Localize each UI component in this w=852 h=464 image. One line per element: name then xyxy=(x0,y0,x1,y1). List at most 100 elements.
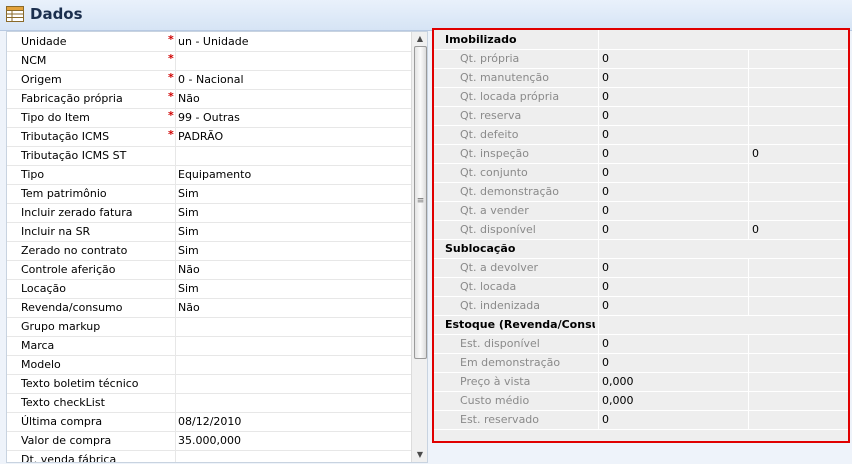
property-value: 0 - Nacional xyxy=(178,73,244,86)
property-value-cell[interactable]: Sim xyxy=(175,184,412,203)
property-row: Origem * 0 - Nacional xyxy=(7,70,411,90)
property-label: Incluir na SR xyxy=(21,225,91,238)
quantity-row: Qt. própria 0 xyxy=(434,49,848,69)
quantity-value: 0 xyxy=(602,52,609,65)
quantity-label: Preço à vista xyxy=(460,375,531,388)
property-row: NCM * xyxy=(7,51,411,71)
property-value-cell[interactable]: Sim xyxy=(175,203,412,222)
property-row: Locação Sim xyxy=(7,279,411,299)
property-value-cell[interactable]: Equipamento xyxy=(175,165,412,184)
property-value-cell[interactable]: * 99 - Outras xyxy=(168,108,412,127)
property-label: Grupo markup xyxy=(21,320,101,333)
quantity-row: Qt. disponível 0 0 xyxy=(434,220,848,240)
property-label: Tributação ICMS ST xyxy=(21,149,127,162)
property-value-cell[interactable]: * PADRÃO xyxy=(168,127,412,146)
property-value-cell[interactable]: Sim xyxy=(175,241,412,260)
quantity-value: 0 xyxy=(602,356,609,369)
property-value-cell[interactable] xyxy=(175,336,412,355)
property-value-cell[interactable]: * 0 - Nacional xyxy=(168,70,412,89)
quantity-extra-value: 0 xyxy=(752,223,759,236)
quantity-label: Qt. reserva xyxy=(460,109,522,122)
quantity-extra-cell xyxy=(748,296,848,315)
property-label: NCM xyxy=(21,54,47,67)
property-row: Tipo do Item * 99 - Outras xyxy=(7,108,411,128)
vertical-scrollbar[interactable]: ▲ ≡ ▼ xyxy=(411,32,427,462)
quantity-extra-cell xyxy=(748,125,848,144)
property-value-cell[interactable] xyxy=(175,355,412,374)
property-value-cell[interactable]: Não xyxy=(175,298,412,317)
section-spacer xyxy=(598,239,749,258)
property-label: Tipo xyxy=(21,168,45,181)
property-label: Controle aferição xyxy=(21,263,116,276)
property-value: Sim xyxy=(178,225,199,238)
quantity-extra-cell xyxy=(748,106,848,125)
quantity-label: Qt. conjunto xyxy=(460,166,528,179)
section-title: Estoque (Revenda/Consum xyxy=(445,318,595,331)
required-marker: * xyxy=(168,52,174,65)
quantity-value-cell: 0 xyxy=(598,163,749,182)
quantity-label: Custo médio xyxy=(460,394,530,407)
property-value: 99 - Outras xyxy=(178,111,240,124)
property-value: Equipamento xyxy=(178,168,252,181)
properties-grid: Unidade * un - Unidade NCM * Origem * 0 - Nacio… xyxy=(6,31,428,463)
quantity-label: Qt. defeito xyxy=(460,128,519,141)
property-value-cell[interactable]: Sim xyxy=(175,279,412,298)
property-value-cell[interactable]: * un - Unidade xyxy=(168,32,412,51)
property-value: Não xyxy=(178,92,200,105)
quantity-extra-cell xyxy=(748,334,848,353)
required-marker: * xyxy=(168,128,174,141)
quantity-row: Qt. a devolver 0 xyxy=(434,258,848,278)
quantity-value-cell: 0 xyxy=(598,182,749,201)
quantity-value-cell: 0,000 xyxy=(598,391,749,410)
quantity-value: 0 xyxy=(602,280,609,293)
quantity-row: Qt. inspeção 0 0 xyxy=(434,144,848,164)
quantity-value-cell: 0 xyxy=(598,144,749,163)
quantity-extra-cell xyxy=(748,163,848,182)
required-marker: * xyxy=(168,71,174,84)
quantity-value: 0 xyxy=(602,147,609,160)
property-label: Revenda/consumo xyxy=(21,301,123,314)
property-value-cell[interactable] xyxy=(175,317,412,336)
property-row: Texto boletim técnico xyxy=(7,374,411,394)
quantity-row: Qt. reserva 0 xyxy=(434,106,848,126)
property-row: Tem patrimônio Sim xyxy=(7,184,411,204)
quantity-value-cell: 0 xyxy=(598,125,749,144)
property-value-cell[interactable]: Sim xyxy=(175,222,412,241)
quantity-value-cell: 0 xyxy=(598,87,749,106)
quantity-row: Est. reservado 0 xyxy=(434,410,848,430)
quantity-extra-cell xyxy=(748,277,848,296)
property-value-cell[interactable]: Não xyxy=(175,260,412,279)
quantity-label: Qt. demonstração xyxy=(460,185,559,198)
property-row: Marca xyxy=(7,336,411,356)
property-value: 35.000,000 xyxy=(178,434,241,447)
quantity-row: Qt. a vender 0 xyxy=(434,201,848,221)
quantity-extra-cell xyxy=(748,372,848,391)
quantity-extra-cell xyxy=(748,87,848,106)
quantity-label: Est. reservado xyxy=(460,413,540,426)
quantity-value-cell: 0 xyxy=(598,296,749,315)
scroll-up-icon[interactable]: ▲ xyxy=(412,32,427,46)
property-value-cell[interactable] xyxy=(175,146,412,165)
property-value-cell[interactable] xyxy=(175,450,412,462)
quantity-value: 0 xyxy=(602,337,609,350)
property-row: Modelo xyxy=(7,355,411,375)
property-value-cell[interactable]: * Não xyxy=(168,89,412,108)
quantity-value-cell: 0 xyxy=(598,201,749,220)
quantity-value-cell: 0 xyxy=(598,334,749,353)
property-label: Origem xyxy=(21,73,62,86)
property-value-cell[interactable] xyxy=(175,374,412,393)
property-value-cell[interactable]: 35.000,000 xyxy=(175,431,412,450)
property-row: Grupo markup xyxy=(7,317,411,337)
property-value-cell[interactable] xyxy=(175,393,412,412)
grip-icon: ≡ xyxy=(416,196,425,206)
property-value-cell[interactable]: * xyxy=(168,51,412,70)
property-label: Zerado no contrato xyxy=(21,244,128,257)
quantity-value: 0 xyxy=(602,299,609,312)
quantity-value-cell: 0 xyxy=(598,353,749,372)
property-row: Texto checkList xyxy=(7,393,411,413)
scroll-thumb[interactable]: ≡ xyxy=(414,46,427,359)
property-value-cell[interactable]: 08/12/2010 xyxy=(175,412,412,431)
quantity-value: 0 xyxy=(602,185,609,198)
scroll-down-icon[interactable]: ▼ xyxy=(412,448,427,462)
quantity-value-cell: 0 xyxy=(598,49,749,68)
